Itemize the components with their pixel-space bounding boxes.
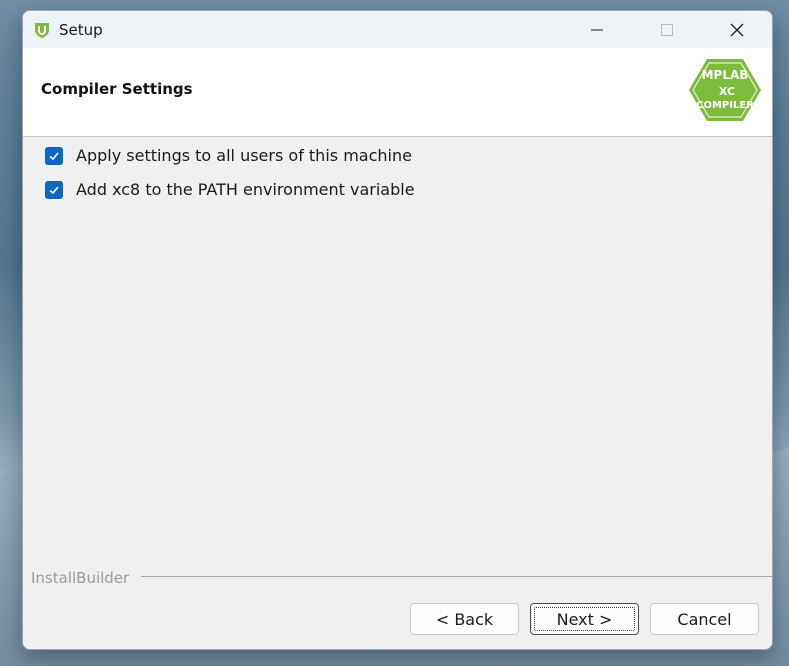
minimize-icon [591,29,603,30]
apply-all-users-checkbox[interactable] [45,146,63,165]
maximize-icon [661,23,673,36]
next-button[interactable]: Next > [530,603,639,635]
window-title: Setup [59,20,103,39]
add-to-path-label: Add xc8 to the PATH environment variable [76,180,415,199]
close-icon [730,23,744,36]
window-controls [562,11,772,48]
close-button[interactable] [702,11,772,48]
installbuilder-shield-icon [33,21,51,39]
minimize-button[interactable] [562,11,632,48]
add-to-path-checkbox[interactable] [45,180,63,199]
title-bar[interactable]: Setup [23,11,772,48]
cancel-button[interactable]: Cancel [650,603,759,635]
logo-line3: COMPILER [696,100,754,111]
settings-panel: Apply settings to all users of this mach… [23,137,772,567]
option-add-to-path[interactable]: Add xc8 to the PATH environment variable [45,180,415,199]
installbuilder-brand: InstallBuilder [31,569,136,587]
checkmark-icon [49,151,59,160]
back-button[interactable]: < Back [410,603,519,635]
option-apply-all-users[interactable]: Apply settings to all users of this mach… [45,146,412,165]
setup-window: Setup Compiler Settings MPLAB XC COMPILE… [22,10,773,650]
page-title: Compiler Settings [41,80,193,98]
checkmark-icon [49,185,59,194]
logo-line2: XC [719,85,735,98]
page-header: Compiler Settings MPLAB XC COMPILER [23,48,772,137]
maximize-button[interactable] [632,11,702,48]
footer-separator [141,576,772,577]
logo-line1: MPLAB [702,68,749,82]
mplab-xc-compiler-logo: MPLAB XC COMPILER [689,59,761,121]
apply-all-users-label: Apply settings to all users of this mach… [76,146,412,165]
